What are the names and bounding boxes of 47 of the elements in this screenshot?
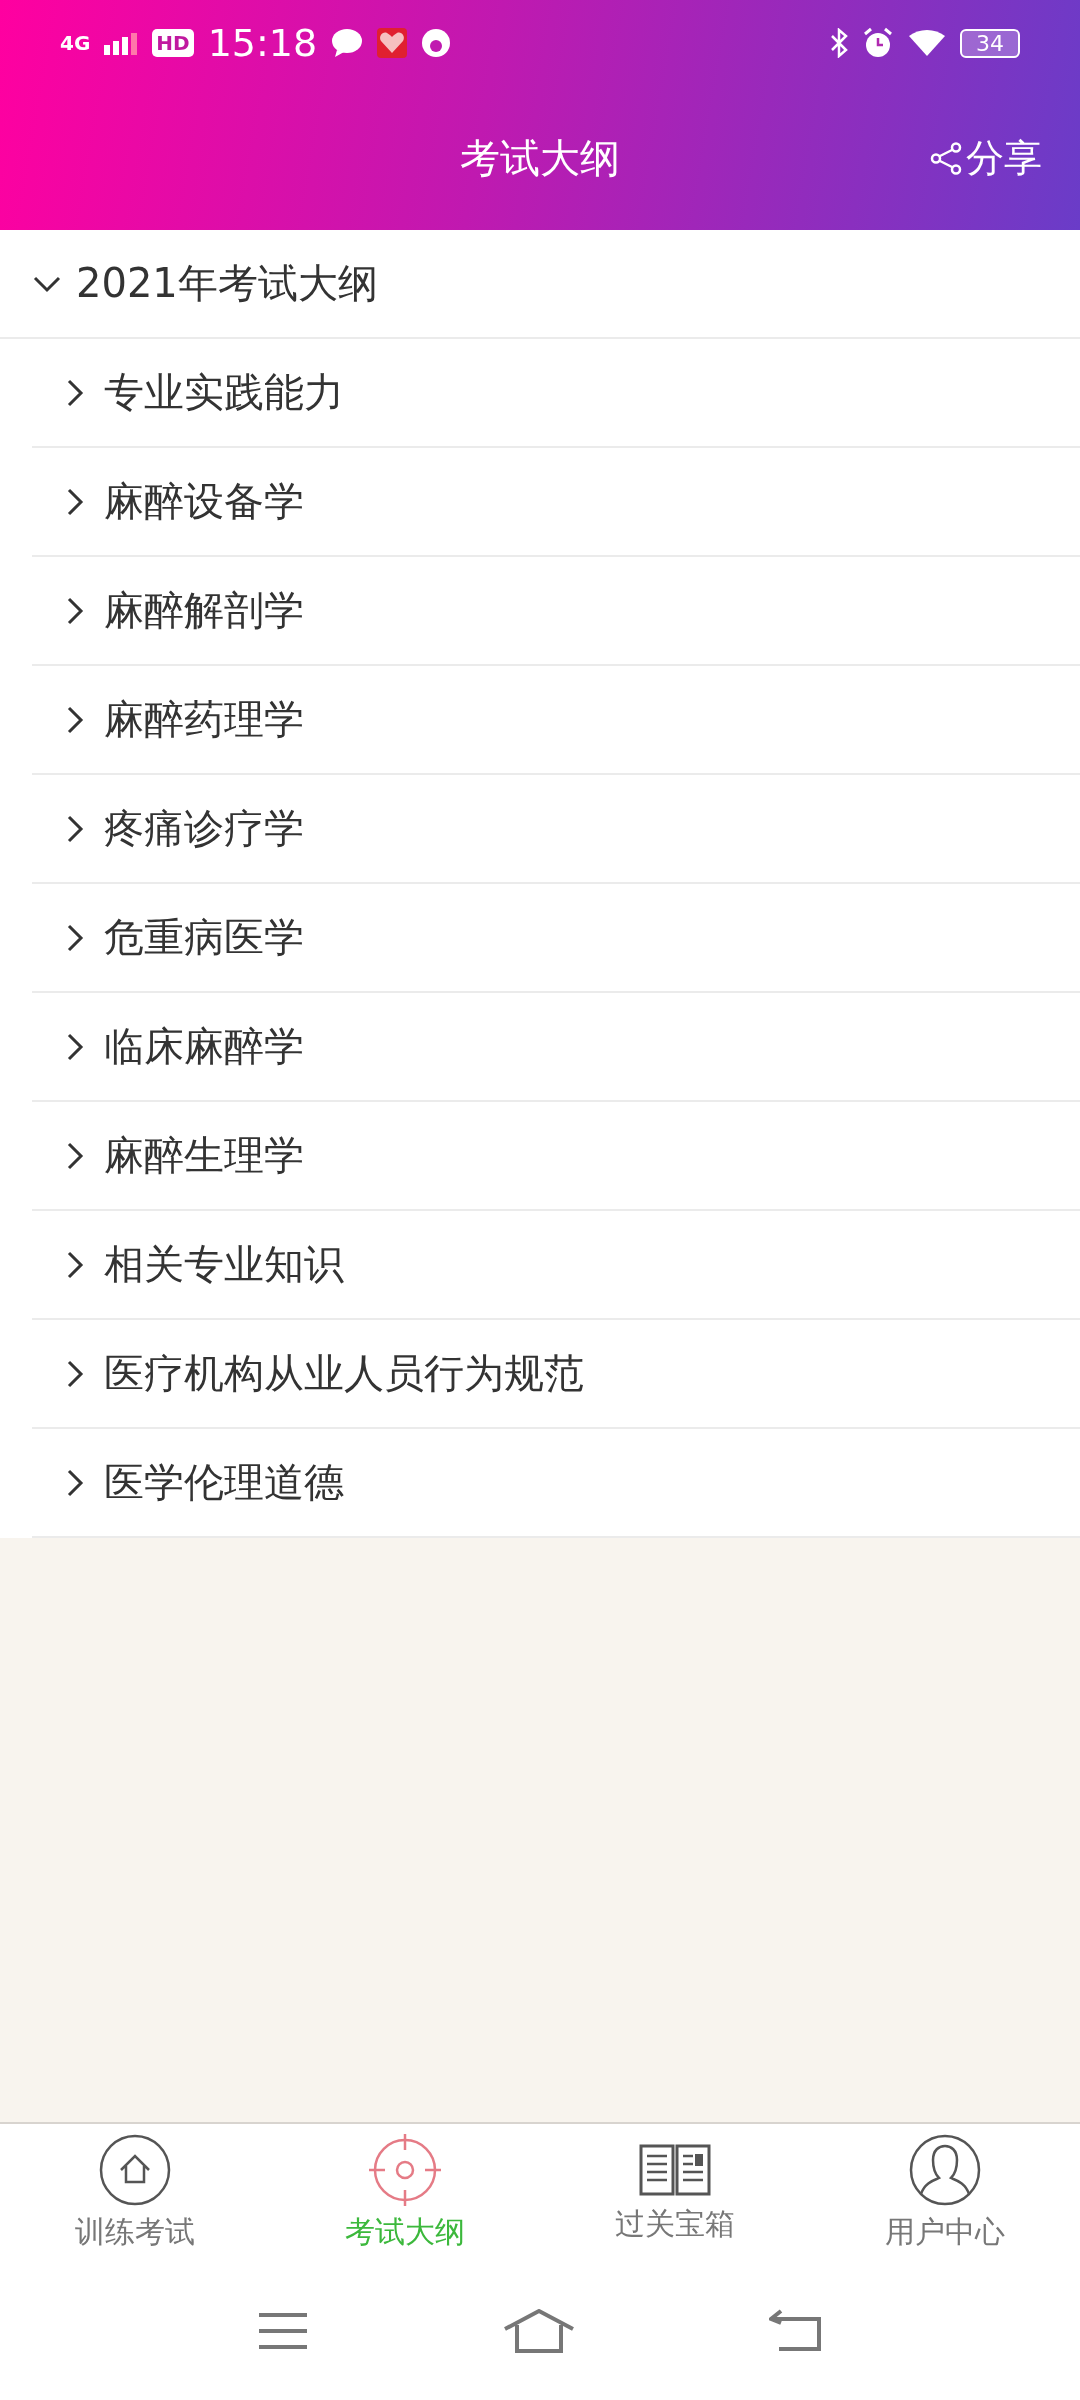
crosshair-icon xyxy=(369,2133,441,2206)
wifi-icon xyxy=(908,28,946,58)
share-icon xyxy=(930,141,962,175)
outline-label: 2021年考试大纲 xyxy=(76,259,378,308)
heart-app-icon xyxy=(377,28,408,58)
outline-label: 麻醉设备学 xyxy=(104,477,304,526)
outline-item[interactable]: 危重病医学 xyxy=(32,884,1080,993)
outline-label: 麻醉解剖学 xyxy=(104,586,304,635)
status-time: 15:18 xyxy=(207,21,318,65)
outline-label: 麻醉生理学 xyxy=(104,1131,304,1180)
tab-button[interactable]: 训练考试 xyxy=(0,2124,270,2262)
tab-button[interactable]: 过关宝箱 xyxy=(540,2124,810,2262)
network-label: 4G xyxy=(60,31,91,55)
outline-label: 疼痛诊疗学 xyxy=(104,804,304,853)
outline-item[interactable]: 麻醉生理学 xyxy=(32,1102,1080,1211)
tab-button[interactable]: 用户中心 xyxy=(810,2124,1080,2262)
outline-label: 临床麻醉学 xyxy=(104,1022,304,1071)
outline-item[interactable]: 医疗机构从业人员行为规范 xyxy=(32,1320,1080,1429)
outline-item[interactable]: 临床麻醉学 xyxy=(32,993,1080,1102)
outline-item[interactable]: 疼痛诊疗学 xyxy=(32,775,1080,884)
outline-label: 专业实践能力 xyxy=(104,368,344,417)
home-icon[interactable] xyxy=(503,2309,575,2353)
app-circle-icon xyxy=(421,28,452,58)
outline-label: 医疗机构从业人员行为规范 xyxy=(104,1349,584,1398)
home-icon xyxy=(99,2133,171,2206)
share-button[interactable]: 分享 xyxy=(930,132,1042,184)
outline-item[interactable]: 麻醉设备学 xyxy=(32,448,1080,557)
outline-item[interactable]: 医学伦理道德 xyxy=(32,1429,1080,1538)
signal-icon xyxy=(104,31,139,55)
user-icon xyxy=(909,2133,981,2206)
hd-badge: HD xyxy=(152,29,194,57)
back-icon[interactable] xyxy=(769,2309,823,2353)
alarm-icon xyxy=(862,27,894,59)
battery-level: 34 xyxy=(960,28,1020,58)
outline-label: 医学伦理道德 xyxy=(104,1458,344,1507)
outline-label: 相关专业知识 xyxy=(104,1240,344,1289)
outline-label: 麻醉药理学 xyxy=(104,695,304,744)
page-title: 考试大纲 xyxy=(460,133,620,183)
outline-label: 危重病医学 xyxy=(104,913,304,962)
outline-item[interactable]: 2021年考试大纲 xyxy=(0,230,1080,339)
outline-item[interactable]: 相关专业知识 xyxy=(32,1211,1080,1320)
outline-item[interactable]: 专业实践能力 xyxy=(32,339,1080,448)
menu-icon[interactable] xyxy=(257,2311,309,2351)
outline-item[interactable]: 麻醉药理学 xyxy=(32,666,1080,775)
bluetooth-icon xyxy=(830,28,848,58)
outline-item[interactable]: 麻醉解剖学 xyxy=(32,557,1080,666)
chat-bubble-icon xyxy=(331,28,364,58)
